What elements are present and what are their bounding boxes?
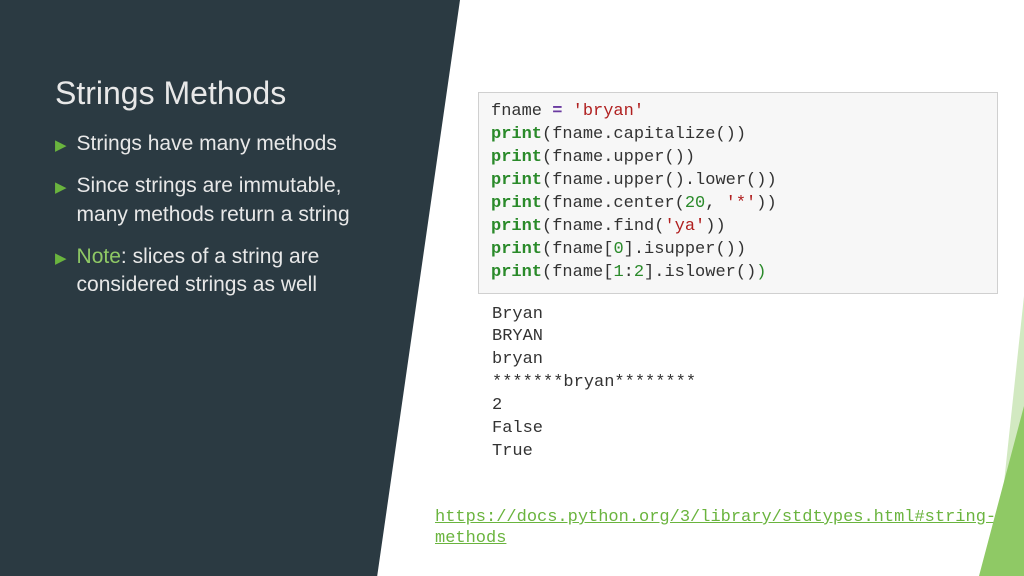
bullet-text: Since strings are immutable, many method… [77,172,410,229]
bullet-item: ▶ Since strings are immutable, many meth… [55,172,410,229]
note-label: Note [77,245,121,268]
code-block: fname = 'bryan' print(fname.capitalize()… [478,92,998,294]
accent-triangle [979,406,1024,576]
docs-link[interactable]: https://docs.python.org/3/library/stdtyp… [435,508,996,548]
output-block: Bryan BRYAN bryan *******bryan******** 2… [478,294,998,475]
bullet-item: ▶ Note: slices of a string are considere… [55,243,410,300]
content-panel: fname = 'bryan' print(fname.capitalize()… [478,92,998,474]
bullet-text: Note: slices of a string are considered … [77,243,410,300]
sidebar-panel: Strings Methods ▶ Strings have many meth… [0,0,460,576]
bullet-marker-icon: ▶ [55,178,67,198]
bullet-text: Strings have many methods [77,130,410,158]
bullet-item: ▶ Strings have many methods [55,130,410,158]
bullet-marker-icon: ▶ [55,249,67,269]
reference-link-row: https://docs.python.org/3/library/stdtyp… [435,506,1024,548]
slide-title: Strings Methods [55,75,410,112]
bullet-marker-icon: ▶ [55,136,67,156]
